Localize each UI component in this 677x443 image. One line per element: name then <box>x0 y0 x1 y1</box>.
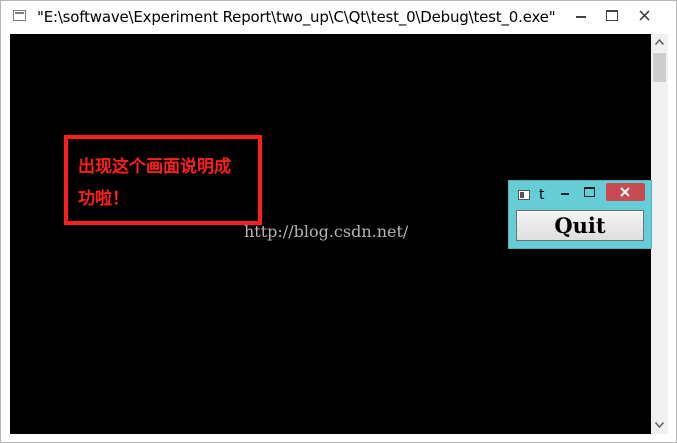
scrollbar-thumb[interactable] <box>653 53 666 82</box>
qt-minimize-button[interactable] <box>557 184 575 200</box>
close-button[interactable] <box>628 5 660 25</box>
console-window-title: "E:\softwave\Experiment Report\two_up\C\… <box>37 8 556 26</box>
qt-maximize-button[interactable] <box>581 184 599 200</box>
chevron-up-icon <box>655 39 664 45</box>
close-icon <box>620 187 630 197</box>
minimize-button[interactable] <box>568 5 594 25</box>
qt-app-icon[interactable] <box>518 190 530 200</box>
scroll-down-button[interactable] <box>651 417 668 434</box>
qt-close-button[interactable] <box>606 183 645 201</box>
vertical-scrollbar[interactable] <box>651 34 668 434</box>
scroll-up-button[interactable] <box>651 34 668 51</box>
chevron-down-icon <box>655 422 664 428</box>
console-titlebar[interactable]: "E:\softwave\Experiment Report\two_up\C\… <box>1 1 676 34</box>
console-app-icon[interactable] <box>13 10 26 21</box>
quit-button[interactable]: Quit <box>516 210 644 241</box>
watermark-text: http://blog.csdn.net/ <box>244 222 409 241</box>
annotation-box: 出现这个画面说明成 功啦！ <box>64 135 262 225</box>
annotation-text-line1: 出现这个画面说明成 <box>78 157 231 177</box>
qt-window-title: t <box>539 187 545 203</box>
close-icon <box>639 10 650 21</box>
maximize-button[interactable] <box>599 5 625 25</box>
annotation-text-line2: 功啦！ <box>78 189 129 209</box>
qt-window: t Quit <box>508 180 652 249</box>
